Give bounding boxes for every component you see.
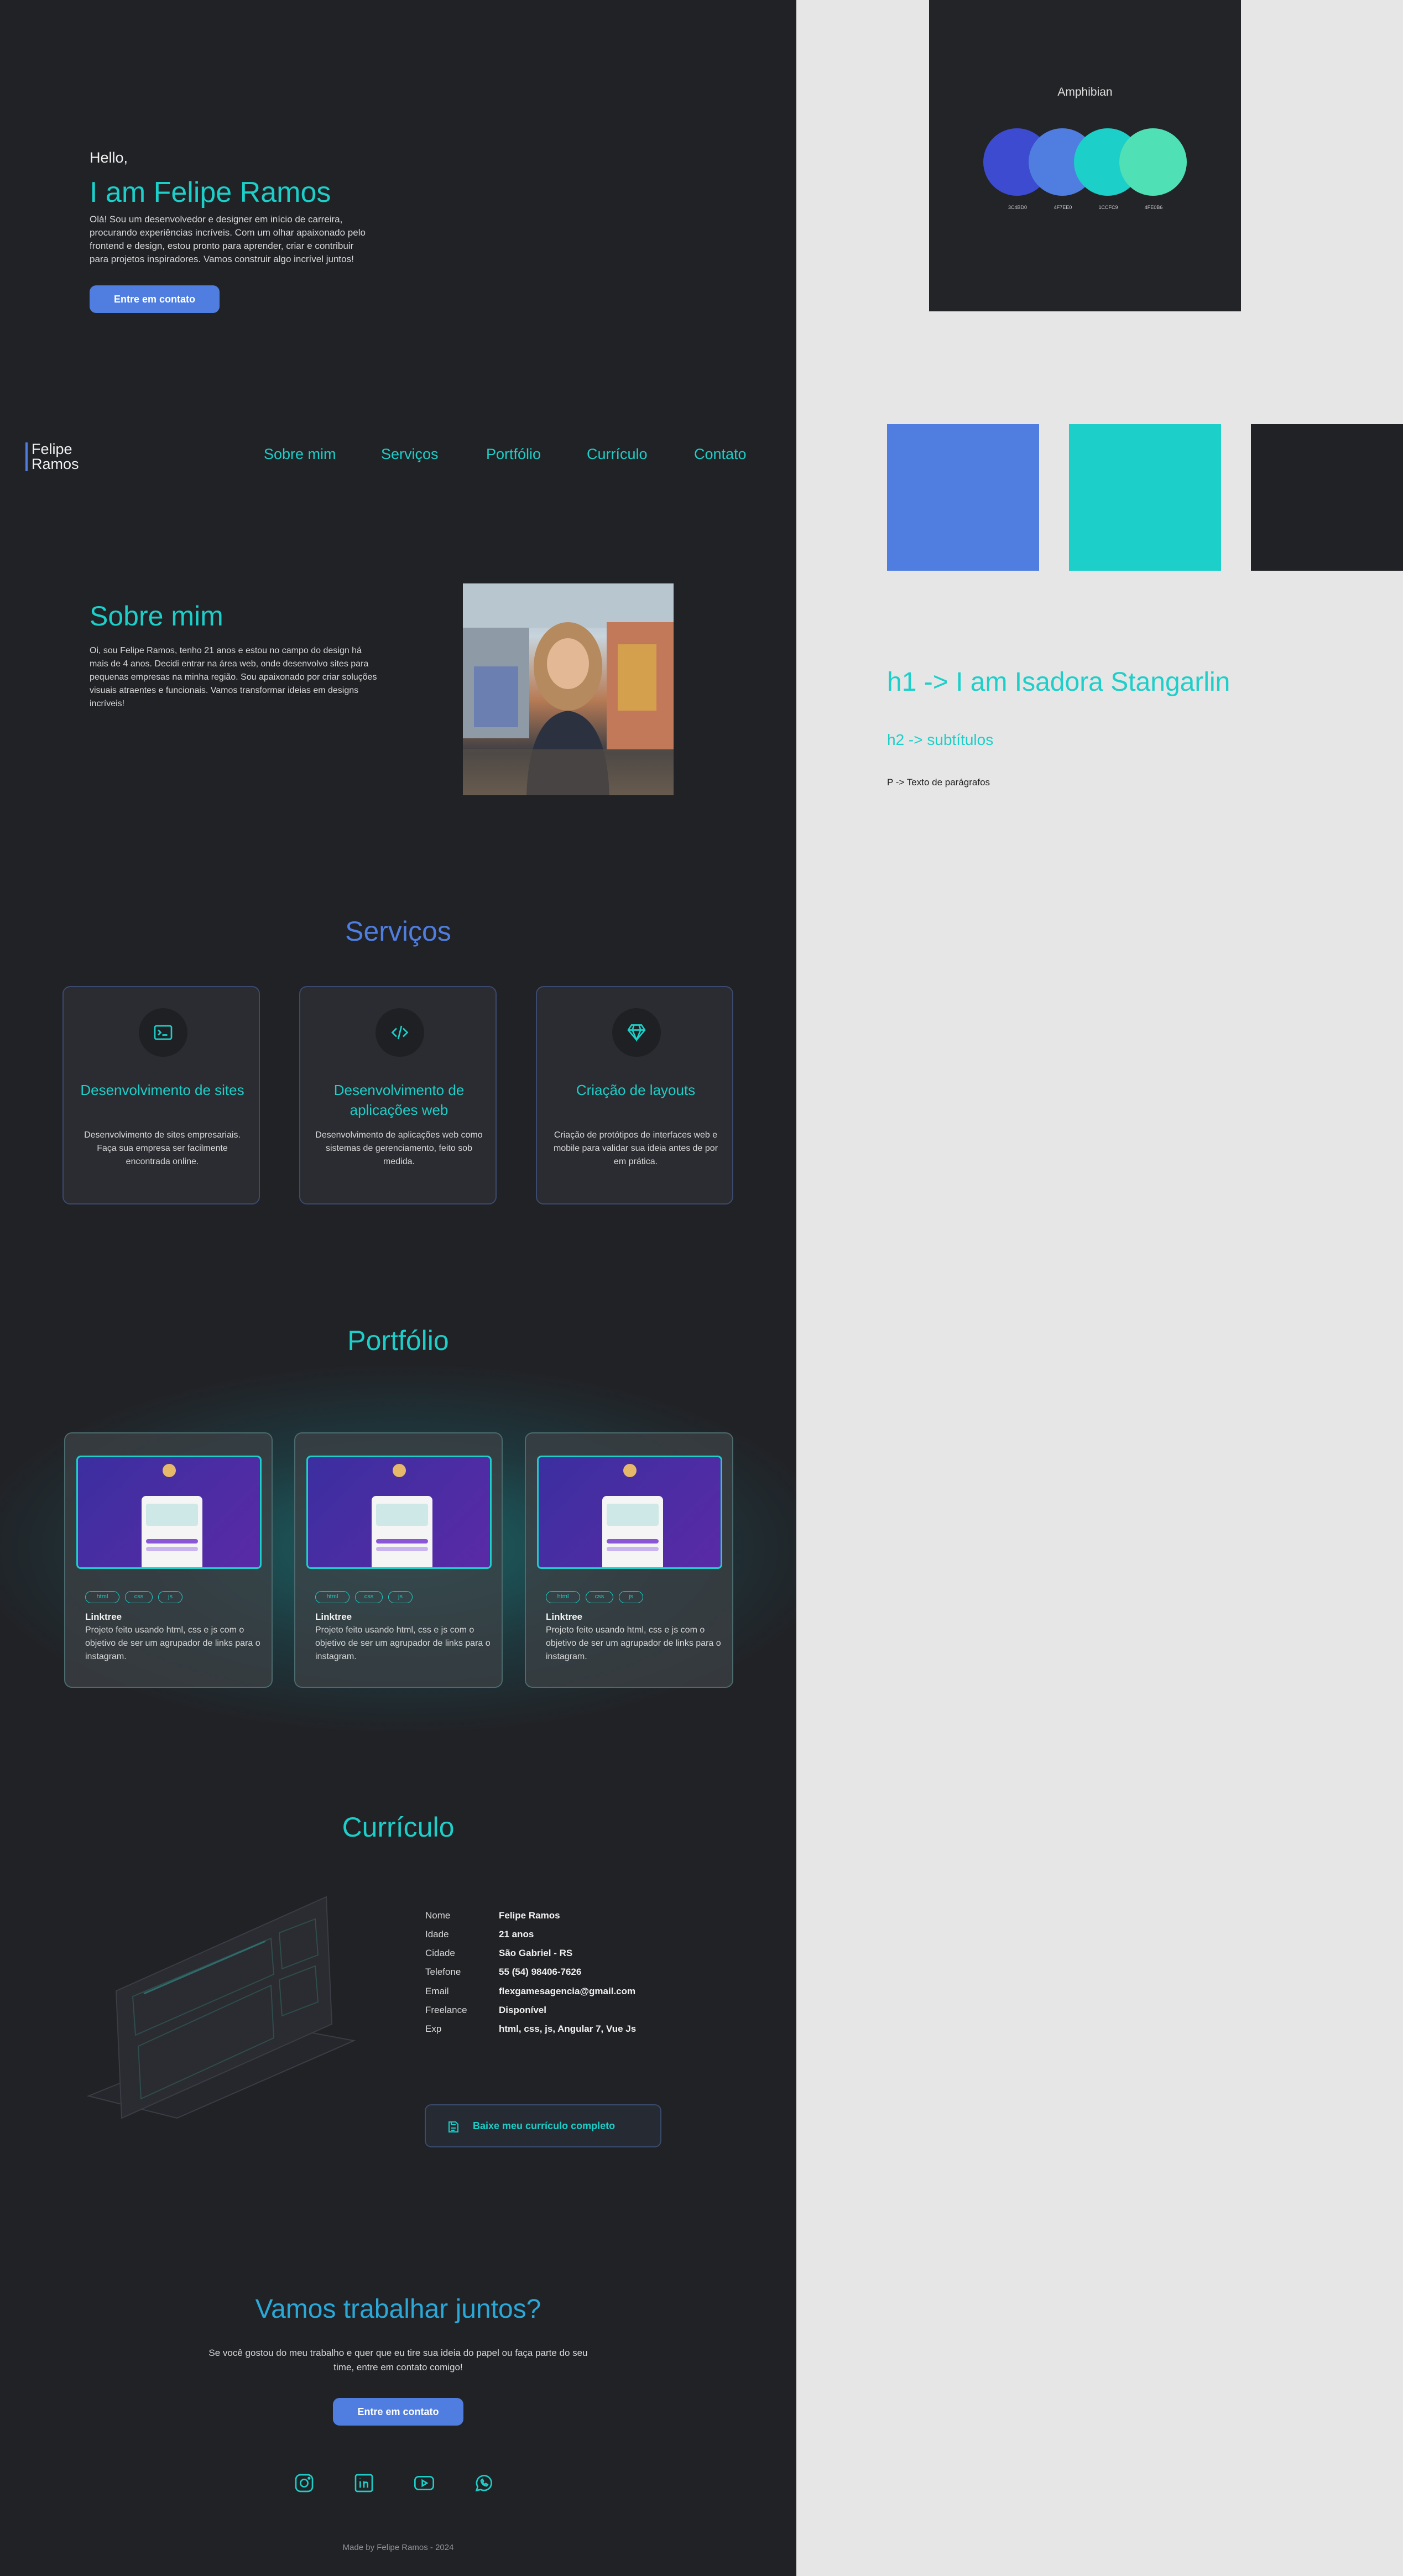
diamond-icon [612, 1008, 661, 1057]
download-cv-button[interactable]: Baixe meu currículo completo [425, 2104, 661, 2147]
nav-item-sobre[interactable]: Sobre mim [264, 446, 336, 463]
tag-html: html [315, 1591, 350, 1603]
cv-label: Email [425, 1986, 449, 1996]
cv-value: Felipe Ramos [499, 1910, 560, 1921]
project-text: Projeto feito usando html, css e js com … [315, 1625, 491, 1661]
project-card[interactable]: html css js Linktree Projeto feito usand… [294, 1432, 503, 1688]
cv-value: Disponível [499, 2005, 546, 2015]
palette-code: 4FE0B6 [1144, 205, 1163, 210]
palette-code: 3C4BD0 [1008, 205, 1028, 210]
color-palette-card: Amphibian 3C4BD0 4F7EE0 1CCFC9 4FE0B6 [929, 0, 1241, 311]
project-text: Projeto feito usando html, css e js com … [546, 1625, 721, 1661]
cv-label: Freelance [425, 2005, 467, 2015]
isometric-illustration [86, 1896, 356, 2119]
servicos-title: Serviços [345, 916, 451, 947]
phone-mockup [142, 1496, 202, 1567]
logo[interactable]: Felipe Ramos [32, 442, 98, 472]
cv-label: Exp [425, 2024, 442, 2034]
nav-item-curriculo[interactable]: Currículo [587, 446, 648, 463]
avatar [393, 1464, 406, 1477]
cv-label: Idade [425, 1929, 449, 1939]
whatsapp-icon[interactable] [473, 2472, 495, 2494]
youtube-icon[interactable] [413, 2472, 435, 2494]
cv-value: São Gabriel - RS [499, 1948, 573, 1958]
project-screenshot [306, 1456, 492, 1569]
service-card: Desenvolvimento de sites Desenvolvimento… [62, 986, 260, 1204]
cv-label: Telefone [425, 1967, 461, 1977]
project-card[interactable]: html css js Linktree Projeto feito usand… [64, 1432, 273, 1688]
palette-code: 4F7EE0 [1053, 205, 1072, 210]
hero-greeting: Hello, [90, 149, 128, 166]
cv-value: 21 anos [499, 1929, 534, 1939]
sobre-text: Oi, sou Felipe Ramos, tenho 21 anos e es… [90, 646, 377, 708]
terminal-icon [139, 1008, 187, 1057]
tag-css: css [586, 1591, 613, 1603]
service-card: Criação de layouts Criação de protótipos… [536, 986, 733, 1204]
logo-bar [25, 442, 28, 471]
tag-js: js [619, 1591, 643, 1603]
tag-js: js [158, 1591, 182, 1603]
swatch-blue [887, 424, 1039, 571]
hero-contact-button[interactable]: Entre em contato [90, 285, 220, 313]
service-title: Criação de layouts [576, 1082, 696, 1098]
service-title: Desenvolvimento de sites [80, 1082, 244, 1098]
styleguide-p: P -> Texto de parágrafos [887, 777, 990, 788]
nav-item-servicos[interactable]: Serviços [381, 446, 439, 463]
cv-label: Cidade [425, 1948, 455, 1958]
instagram-icon[interactable] [293, 2472, 315, 2494]
project-screenshot [76, 1456, 262, 1569]
palette-title: Amphibian [1057, 86, 1113, 98]
download-cv-label: Baixe meu currículo completo [473, 2120, 616, 2131]
cv-value: flexgamesagencia@gmail.com [499, 1986, 636, 1996]
profile-photo [463, 583, 674, 795]
linkedin-icon[interactable] [353, 2472, 375, 2494]
swatch-teal [1069, 424, 1221, 571]
cta-contact-button[interactable]: Entre em contato [333, 2398, 463, 2426]
footer-credit: Made by Felipe Ramos - 2024 [342, 2543, 454, 2552]
styleguide-h1: h1 -> I am Isadora Stangarlin [887, 668, 1230, 697]
service-text: Desenvolvimento de aplicações web como s… [315, 1130, 483, 1166]
phone-mockup [372, 1496, 432, 1567]
service-card: Desenvolvimento de aplicações web Desenv… [299, 986, 497, 1204]
code-icon [375, 1008, 424, 1057]
palette-color [1119, 128, 1187, 196]
save-icon [448, 2121, 458, 2132]
portfolio-site: Hello, I am Felipe Ramos Olá! Sou um des… [0, 0, 796, 2576]
curriculo-title: Currículo [342, 1812, 455, 1843]
palette-code: 1CCFC9 [1098, 205, 1118, 210]
nav-item-portfolio[interactable]: Portfólio [486, 446, 541, 463]
cta-title: Vamos trabalhar juntos? [255, 2295, 541, 2324]
service-title: Desenvolvimento de aplicações web [333, 1082, 465, 1118]
portfolio-title: Portfólio [347, 1325, 449, 1356]
hero-title: I am Felipe Ramos [90, 176, 331, 208]
avatar [623, 1464, 637, 1477]
project-text: Projeto feito usando html, css e js com … [85, 1625, 260, 1661]
project-title: Linktree [315, 1612, 352, 1622]
service-text: Criação de protótipos de interfaces web … [553, 1130, 718, 1166]
project-screenshot [537, 1456, 722, 1569]
tag-css: css [355, 1591, 383, 1603]
swatch-dark [1251, 424, 1403, 571]
cta-text: Se você gostou do meu trabalho e quer qu… [208, 2348, 588, 2372]
cv-value: 55 (54) 98406-7626 [499, 1967, 582, 1977]
sobre-title: Sobre mim [90, 601, 223, 632]
phone-mockup [602, 1496, 663, 1567]
cv-label: Nome [425, 1910, 451, 1921]
nav-item-contato[interactable]: Contato [694, 446, 747, 463]
hero-text: Olá! Sou um desenvolvedor e designer em … [90, 214, 366, 264]
avatar [163, 1464, 176, 1477]
tag-js: js [388, 1591, 413, 1603]
project-title: Linktree [546, 1612, 583, 1622]
styleguide-h2: h2 -> subtítulos [887, 731, 994, 748]
service-text: Desenvolvimento de sites empresariais. F… [84, 1130, 241, 1166]
tag-html: html [85, 1591, 119, 1603]
cv-value: html, css, js, Angular 7, Vue Js [499, 2024, 637, 2034]
tag-html: html [546, 1591, 580, 1603]
project-card[interactable]: html css js Linktree Projeto feito usand… [525, 1432, 733, 1688]
tag-css: css [125, 1591, 153, 1603]
project-title: Linktree [85, 1612, 122, 1622]
